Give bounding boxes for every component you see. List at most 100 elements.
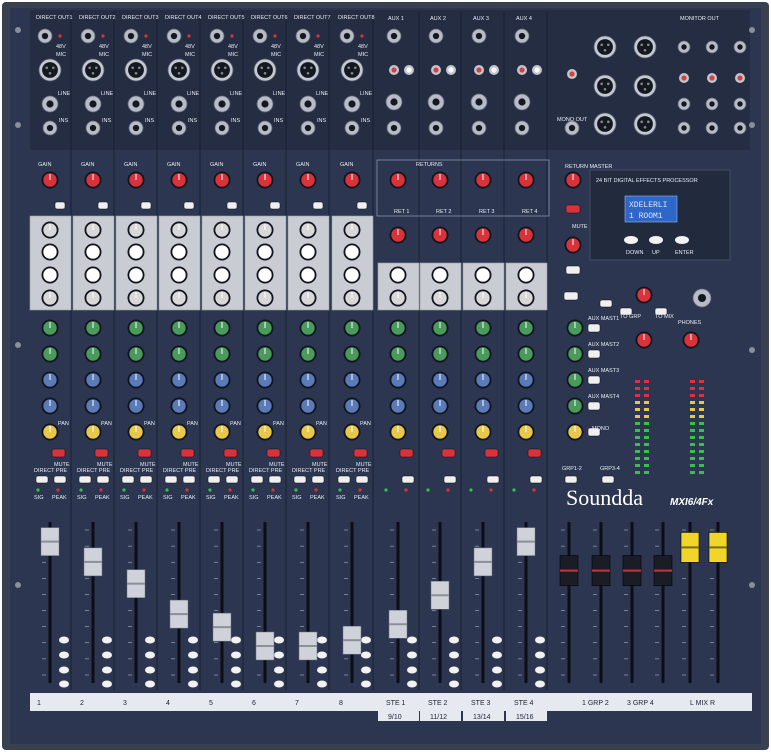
stereo-gain-knob[interactable] xyxy=(431,226,449,244)
eq-knob[interactable] xyxy=(474,266,492,284)
routing-button[interactable] xyxy=(449,636,459,644)
channel-fader[interactable] xyxy=(83,547,103,577)
mic-input-xlr[interactable] xyxy=(124,58,148,82)
aux-send-knob[interactable] xyxy=(256,397,274,415)
eq-knob[interactable] xyxy=(127,266,145,284)
grp12-button[interactable] xyxy=(564,475,578,484)
phones-knob[interactable] xyxy=(682,331,700,349)
rca-input[interactable] xyxy=(532,65,542,75)
afl-button[interactable] xyxy=(587,349,601,359)
stereo-line-jack[interactable] xyxy=(513,93,531,111)
stereo-line-jack[interactable] xyxy=(514,120,530,136)
aux-send-knob[interactable] xyxy=(389,345,407,363)
aux-send-knob[interactable] xyxy=(41,319,59,337)
group-fader[interactable] xyxy=(559,555,579,586)
stereo-gain-knob[interactable] xyxy=(517,226,535,244)
line-input-jack[interactable] xyxy=(41,95,59,113)
aux-send-knob[interactable] xyxy=(389,397,407,415)
direct-out-jack[interactable] xyxy=(209,28,225,44)
routing-button[interactable] xyxy=(361,680,371,688)
direct-pre-button[interactable] xyxy=(121,475,135,484)
pfl-button[interactable] xyxy=(443,475,457,484)
aux-send-knob[interactable] xyxy=(517,371,535,389)
eq-knob[interactable] xyxy=(343,243,361,261)
mic-input-xlr[interactable] xyxy=(253,58,277,82)
line-input-jack[interactable] xyxy=(343,95,361,113)
monitor-jack[interactable] xyxy=(677,121,691,135)
aux-send-knob[interactable] xyxy=(343,345,361,363)
pfl-button[interactable] xyxy=(355,475,369,484)
aux-send-knob[interactable] xyxy=(343,319,361,337)
routing-button[interactable] xyxy=(188,680,198,688)
stereo-gain-knob[interactable] xyxy=(389,226,407,244)
rca-input[interactable] xyxy=(446,65,456,75)
line-input-jack[interactable] xyxy=(213,95,231,113)
monitor-jack[interactable] xyxy=(705,121,719,135)
gain-knob[interactable] xyxy=(299,171,317,189)
aux-send-knob[interactable] xyxy=(474,345,492,363)
aux-send-knob[interactable] xyxy=(84,397,102,415)
routing-button[interactable] xyxy=(535,651,545,659)
eq-knob[interactable] xyxy=(299,221,317,239)
gain-knob[interactable] xyxy=(170,171,188,189)
mic-input-xlr[interactable] xyxy=(81,58,105,82)
direct-out-jack[interactable] xyxy=(37,28,53,44)
afl-button[interactable] xyxy=(587,401,601,411)
balance-knob[interactable] xyxy=(389,423,407,441)
aux-master-knob[interactable] xyxy=(566,319,584,337)
eq-knob[interactable] xyxy=(213,289,231,307)
aux-send-knob[interactable] xyxy=(299,345,317,363)
pan-knob[interactable] xyxy=(256,423,274,441)
routing-button[interactable] xyxy=(59,666,69,674)
aux-send-knob[interactable] xyxy=(389,371,407,389)
direct-pre-button[interactable] xyxy=(207,475,221,484)
insert-jack[interactable] xyxy=(344,120,360,136)
eq-knob[interactable] xyxy=(213,266,231,284)
aux-send-knob[interactable] xyxy=(127,345,145,363)
routing-button[interactable] xyxy=(145,636,155,644)
routing-button[interactable] xyxy=(449,651,459,659)
monitor-rca[interactable] xyxy=(707,73,717,83)
mute-button[interactable] xyxy=(527,448,542,458)
aux-send-knob[interactable] xyxy=(84,345,102,363)
hpf-button[interactable] xyxy=(140,201,152,210)
pan-knob[interactable] xyxy=(41,423,59,441)
routing-button[interactable] xyxy=(535,680,545,688)
mute-button[interactable] xyxy=(441,448,456,458)
main-output-xlr[interactable] xyxy=(633,74,657,98)
channel-fader[interactable] xyxy=(40,527,60,556)
aux-send-knob[interactable] xyxy=(517,397,535,415)
main-output-xlr[interactable] xyxy=(593,74,617,98)
routing-button[interactable] xyxy=(317,666,327,674)
aux-send-knob[interactable] xyxy=(256,319,274,337)
gain-knob[interactable] xyxy=(127,171,145,189)
routing-button[interactable] xyxy=(102,680,112,688)
eq-knob[interactable] xyxy=(299,289,317,307)
eq-knob[interactable] xyxy=(127,221,145,239)
line-input-jack[interactable] xyxy=(127,95,145,113)
aux-send-knob[interactable] xyxy=(84,319,102,337)
aux-send-knob[interactable] xyxy=(213,345,231,363)
eq-knob[interactable] xyxy=(343,289,361,307)
direct-out-jack[interactable] xyxy=(80,28,96,44)
routing-button[interactable] xyxy=(59,680,69,688)
monitor-rca[interactable] xyxy=(735,73,745,83)
afl-button[interactable] xyxy=(587,375,601,385)
mic-input-xlr[interactable] xyxy=(167,58,191,82)
channel-fader[interactable] xyxy=(298,631,318,661)
routing-button[interactable] xyxy=(102,636,112,644)
main-output-xlr[interactable] xyxy=(633,35,657,59)
stereo-gain-knob[interactable] xyxy=(474,226,492,244)
pfl-button[interactable] xyxy=(529,475,543,484)
aux-send-knob[interactable] xyxy=(299,319,317,337)
eq-knob[interactable] xyxy=(84,243,102,261)
mute-button[interactable] xyxy=(180,448,195,458)
eq-knob[interactable] xyxy=(84,266,102,284)
mute-button[interactable] xyxy=(94,448,109,458)
routing-button[interactable] xyxy=(231,680,241,688)
aux-out-jack[interactable] xyxy=(471,28,487,44)
aux-out-jack[interactable] xyxy=(428,28,444,44)
aux-master-knob[interactable] xyxy=(566,345,584,363)
aux-send-knob[interactable] xyxy=(41,345,59,363)
pan-knob[interactable] xyxy=(213,423,231,441)
